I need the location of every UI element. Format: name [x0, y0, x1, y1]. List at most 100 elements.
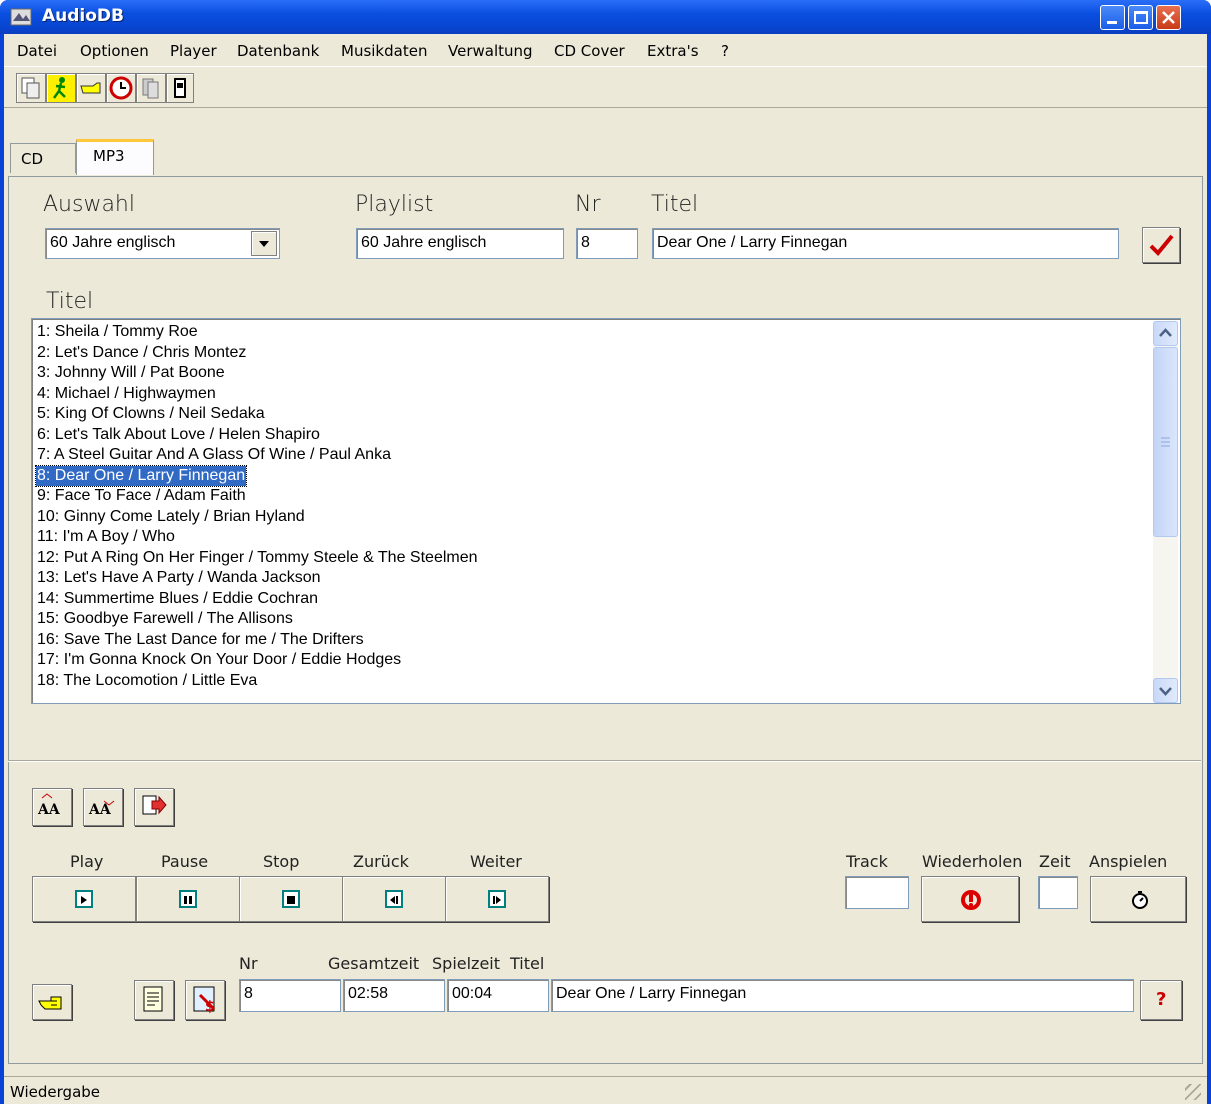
stop-icon	[282, 890, 300, 908]
anspielen-label: Anspielen	[1089, 852, 1168, 871]
zeit-field[interactable]	[1038, 876, 1078, 909]
auswahl-value: 60 Jahre englisch	[50, 234, 176, 251]
list-item[interactable]: 2: Let's Dance / Chris Montez	[36, 343, 247, 363]
np-titel-label: Titel	[510, 954, 545, 973]
document-icon[interactable]	[134, 980, 174, 1020]
anspielen-button[interactable]	[1090, 876, 1186, 922]
next-label: Weiter	[470, 852, 522, 871]
stop-label: Stop	[263, 852, 300, 871]
font-small-icon[interactable]: AA	[83, 788, 123, 826]
auswahl-combobox[interactable]: 60 Jahre englisch	[45, 228, 280, 259]
menu-bar: Datei Optionen Player Datenbank Musikdat…	[4, 34, 1207, 66]
scroll-thumb[interactable]	[1153, 347, 1178, 537]
list-item[interactable]: 17: I'm Gonna Knock On Your Door / Eddie…	[36, 650, 402, 670]
play-label: Play	[70, 852, 104, 871]
repeat-icon	[961, 890, 981, 910]
minimize-button[interactable]	[1100, 5, 1125, 30]
playlist-field[interactable]: 60 Jahre englisch	[356, 228, 564, 259]
menu-datenbank[interactable]: Datenbank	[237, 42, 319, 60]
tab-cd[interactable]: CD	[10, 143, 76, 173]
pause-icon	[179, 890, 197, 908]
list-label: Titel	[46, 289, 94, 314]
svg-text:AA: AA	[37, 802, 61, 818]
scroll-down-icon[interactable]	[1153, 678, 1178, 703]
play-icon	[75, 890, 93, 908]
np-gesamt-label: Gesamtzeit	[328, 954, 420, 973]
device-icon[interactable]	[166, 73, 194, 103]
pause-label: Pause	[161, 852, 209, 871]
rewind-icon	[385, 890, 403, 908]
np-nr-field[interactable]: 8	[239, 979, 341, 1012]
menu-datei[interactable]: Datei	[17, 42, 57, 60]
menu-cd-cover[interactable]: CD Cover	[554, 42, 625, 60]
titel-field[interactable]: Dear One / Larry Finnegan	[652, 228, 1119, 259]
list-item[interactable]: 16: Save The Last Dance for me / The Dri…	[36, 630, 365, 650]
repeat-label: Wiederholen	[922, 852, 1023, 871]
list-item[interactable]: 15: Goodbye Farewell / The Allisons	[36, 609, 294, 629]
price-note-icon[interactable]: $	[185, 980, 225, 1020]
title-listbox[interactable]: 1: Sheila / Tommy Roe 2: Let's Dance / Ch…	[31, 318, 1181, 704]
clock-icon[interactable]	[106, 73, 136, 103]
track-field[interactable]	[845, 876, 909, 909]
next-button[interactable]	[445, 876, 549, 922]
toolbar	[4, 66, 1207, 108]
export-icon[interactable]	[134, 788, 174, 826]
list-item[interactable]: 8: Dear One / Larry Finnegan	[34, 464, 248, 487]
title-bar[interactable]: AudioDB	[0, 0, 1211, 34]
menu-help[interactable]: ?	[721, 42, 729, 60]
pointer-icon[interactable]	[76, 73, 106, 103]
list-item[interactable]: 6: Let's Talk About Love / Helen Shapiro	[36, 425, 321, 445]
svg-text:$: $	[205, 999, 215, 1015]
status-text: Wiedergabe	[10, 1083, 101, 1101]
list-item[interactable]: 14: Summertime Blues / Eddie Cochran	[36, 589, 319, 609]
nr-field[interactable]: 8	[576, 228, 638, 259]
font-large-icon[interactable]: AA	[32, 788, 72, 826]
app-window: AudioDB Datei Optionen Player Datenbank …	[0, 0, 1211, 1104]
list-item[interactable]: 10: Ginny Come Lately / Brian Hyland	[36, 507, 306, 527]
run-icon[interactable]	[46, 73, 76, 103]
list-item[interactable]: 12: Put A Ring On Her Finger / Tommy Ste…	[36, 548, 479, 568]
menu-player[interactable]: Player	[170, 42, 217, 60]
status-bar: Wiedergabe	[4, 1076, 1207, 1104]
list-item[interactable]: 7: A Steel Guitar And A Glass Of Wine / …	[36, 445, 392, 465]
menu-musikdaten[interactable]: Musikdaten	[341, 42, 427, 60]
list-item[interactable]: 4: Michael / Highwaymen	[36, 384, 217, 404]
help-button[interactable]: ?	[1140, 980, 1182, 1020]
playlist-label: Playlist	[355, 192, 434, 217]
nr-label: Nr	[575, 192, 601, 217]
close-button[interactable]	[1156, 5, 1181, 30]
checkmark-icon[interactable]	[1142, 227, 1180, 263]
pages-icon[interactable]	[136, 73, 166, 103]
list-item[interactable]: 18: The Locomotion / Little Eva	[36, 671, 258, 691]
menu-extras[interactable]: Extra's	[647, 42, 699, 60]
scroll-up-icon[interactable]	[1153, 321, 1178, 346]
list-item[interactable]: 9: Face To Face / Adam Faith	[36, 486, 247, 506]
menu-optionen[interactable]: Optionen	[80, 42, 149, 60]
maximize-button[interactable]	[1128, 5, 1153, 30]
copy-icon[interactable]	[16, 73, 46, 103]
hand-point-icon[interactable]	[32, 984, 72, 1020]
track-label: Track	[846, 852, 888, 871]
play-button[interactable]	[32, 876, 136, 922]
np-spiel-field[interactable]: 00:04	[447, 979, 549, 1012]
pause-button[interactable]	[136, 876, 240, 922]
list-item[interactable]: 11: I'm A Boy / Who	[36, 527, 176, 547]
window-title: AudioDB	[42, 6, 125, 26]
np-gesamt-field[interactable]: 02:58	[343, 979, 445, 1012]
list-item[interactable]: 13: Let's Have A Party / Wanda Jackson	[36, 568, 322, 588]
resize-grip-icon[interactable]	[1185, 1084, 1201, 1100]
list-item[interactable]: 5: King Of Clowns / Neil Sedaka	[36, 404, 266, 424]
menu-verwaltung[interactable]: Verwaltung	[448, 42, 533, 60]
tab-mp3[interactable]: MP3	[76, 139, 154, 175]
repeat-button[interactable]	[921, 876, 1019, 922]
back-button[interactable]	[342, 876, 446, 922]
np-nr-label: Nr	[239, 954, 258, 973]
list-item[interactable]: 1: Sheila / Tommy Roe	[36, 322, 199, 342]
np-spiel-label: Spielzeit	[432, 954, 501, 973]
list-item[interactable]: 3: Johnny Will / Pat Boone	[36, 363, 226, 383]
stop-button[interactable]	[239, 876, 343, 922]
chevron-down-icon[interactable]	[251, 231, 277, 256]
np-titel-field[interactable]: Dear One / Larry Finnegan	[551, 979, 1134, 1012]
auswahl-label: Auswahl	[43, 192, 135, 217]
vertical-scrollbar[interactable]	[1153, 321, 1178, 703]
